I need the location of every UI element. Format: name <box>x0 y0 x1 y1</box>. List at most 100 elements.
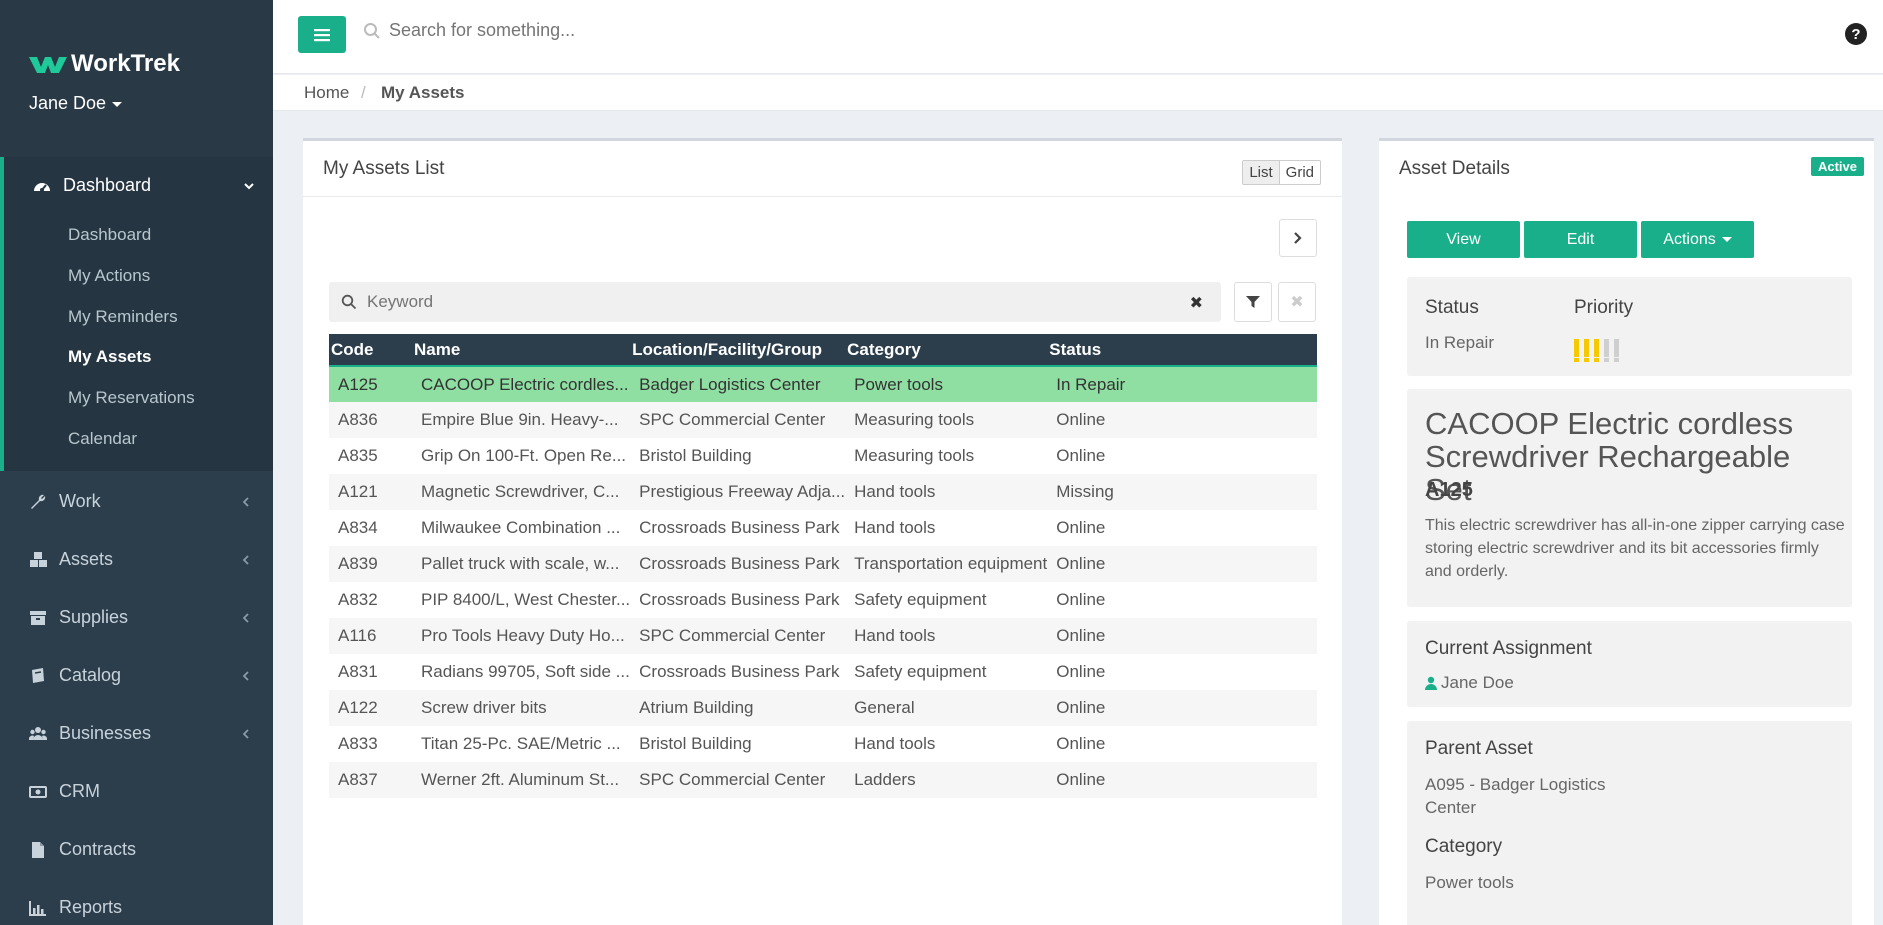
table-row[interactable]: A836 Empire Blue 9in. Heavy-... SPC Commer… <box>329 402 1317 438</box>
sidebar-item-contracts[interactable]: Contracts <box>29 839 251 860</box>
sidebar-item-dashboard[interactable]: Dashboard <box>33 175 255 196</box>
chevron-down-icon <box>244 182 254 189</box>
column-header-status[interactable]: Status <box>1047 334 1317 366</box>
user-icon <box>1425 676 1437 690</box>
table-row[interactable]: A839 Pallet truck with scale, w... Crossro… <box>329 546 1317 582</box>
column-header-location[interactable]: Location/Facility/Group <box>630 334 845 366</box>
archive-icon <box>30 610 46 625</box>
cell-location: Prestigious Freeway Adja... <box>639 482 846 501</box>
bar-chart-icon <box>29 900 46 916</box>
cell-location: Badger Logistics Center <box>639 374 821 394</box>
actions-button[interactable]: Actions <box>1641 221 1754 258</box>
sidebar-subitem-calendar[interactable]: Calendar <box>68 429 137 449</box>
chevron-left-icon <box>242 728 249 739</box>
assignment-card: Current Assignment Jane Doe <box>1407 621 1852 707</box>
column-header-code[interactable]: Code <box>329 334 412 366</box>
view-button[interactable]: View <box>1407 221 1520 258</box>
cell-category: Transportation equipment <box>854 554 1048 573</box>
table-row[interactable]: A833 Titan 25-Pc. SAE/Metric ... Bristol B… <box>329 726 1317 762</box>
assets-list-panel: My Assets List List Grid ✖ ✖ Code Name L… <box>303 138 1342 925</box>
cell-status: In Repair <box>1056 374 1126 394</box>
sidebar-header: WorkTrek Jane Doe <box>0 0 273 157</box>
cell-category: Hand tools <box>854 482 936 501</box>
sidebar-item-reports[interactable]: Reports <box>29 897 251 918</box>
breadcrumb-home[interactable]: Home <box>304 83 349 103</box>
sidebar-item-label: Catalog <box>59 665 122 685</box>
sidebar-subitem-dashboard[interactable]: Dashboard <box>68 225 151 245</box>
search-input[interactable] <box>389 20 889 41</box>
asset-summary-card: CACOOP Electric cordless Screwdriver Rec… <box>1407 389 1852 607</box>
parent-asset-link[interactable]: A095 - Badger Logistics Center <box>1425 773 1625 819</box>
wrench-icon <box>31 494 46 509</box>
sidebar-subitem-my-reminders[interactable]: My Reminders <box>68 307 178 327</box>
worktrek-logo-icon <box>29 57 67 73</box>
cell-location: Crossroads Business Park <box>639 554 840 573</box>
cell-status: Online <box>1056 554 1106 573</box>
table-row[interactable]: A125 CACOOP Electric cordles... Badger Log… <box>329 366 1317 402</box>
table-header-row: Code Name Location/Facility/Group Catego… <box>329 334 1317 366</box>
sidebar-group-dashboard: Dashboard Dashboard My Actions My Remind… <box>0 157 273 471</box>
sidebar-item-work[interactable]: Work <box>29 491 251 512</box>
status-badge: Active <box>1810 157 1864 176</box>
cell-name: CACOOP Electric cordles... <box>421 374 629 394</box>
chevron-left-icon <box>242 612 249 623</box>
assets-table: Code Name Location/Facility/Group Catego… <box>329 334 1317 798</box>
asset-name: CACOOP Electric cordless Screwdriver Rec… <box>1425 406 1794 507</box>
table-row[interactable]: A121 Magnetic Screwdriver, C... Prestigiou… <box>329 474 1317 510</box>
table-row[interactable]: A834 Milwaukee Combination ... Crossroads … <box>329 510 1317 546</box>
sidebar-item-assets[interactable]: Assets <box>29 549 251 570</box>
sidebar-item-label: Work <box>59 491 101 511</box>
cell-name: Radians 99705, Soft side ... <box>421 662 630 681</box>
next-button[interactable] <box>1279 219 1317 257</box>
user-menu[interactable]: Jane Doe <box>29 93 123 114</box>
sidebar-subitem-my-assets[interactable]: My Assets <box>68 347 151 367</box>
sidebar-item-businesses[interactable]: Businesses <box>29 723 251 744</box>
table-row[interactable]: A837 Werner 2ft. Aluminum St... SPC Commer… <box>329 762 1317 798</box>
sidebar-item-supplies[interactable]: Supplies <box>29 607 251 628</box>
sidebar: WorkTrek Jane Doe Dashboard Dashboard My… <box>0 0 273 925</box>
cell-name: Grip On 100-Ft. Open Re... <box>421 446 627 465</box>
menu-toggle-button[interactable] <box>298 16 346 53</box>
file-icon <box>32 841 44 858</box>
table-row[interactable]: A835 Grip On 100-Ft. Open Re... Bristol Bu… <box>329 438 1317 474</box>
caret-down-icon <box>1721 237 1732 242</box>
cell-category: Ladders <box>854 770 916 789</box>
cell-name: Magnetic Screwdriver, C... <box>421 482 620 501</box>
cell-name: Werner 2ft. Aluminum St... <box>421 770 620 789</box>
view-grid-button[interactable]: Grid <box>1280 161 1320 184</box>
cell-code: A125 <box>338 374 378 394</box>
actions-label: Actions <box>1663 230 1716 248</box>
help-icon[interactable]: ? <box>1845 23 1867 45</box>
cell-code: A831 <box>338 662 378 681</box>
cell-category: Hand tools <box>854 626 936 645</box>
cell-status: Online <box>1056 590 1106 609</box>
list-title: My Assets List <box>323 158 445 179</box>
table-row[interactable]: A116 Pro Tools Heavy Duty Ho... SPC Commer… <box>329 618 1317 654</box>
column-header-name[interactable]: Name <box>412 334 630 366</box>
sidebar-subitem-my-actions[interactable]: My Actions <box>68 266 150 286</box>
sidebar-item-catalog[interactable]: Catalog <box>29 665 251 686</box>
column-header-category[interactable]: Category <box>845 334 1047 366</box>
cell-category: Power tools <box>854 374 943 394</box>
view-list-button[interactable]: List <box>1243 161 1280 184</box>
table-row[interactable]: A831 Radians 99705, Soft side ... Crossroa… <box>329 654 1317 690</box>
breadcrumb-separator: / <box>361 83 366 102</box>
priority-label: Priority <box>1574 297 1634 318</box>
clear-filter-button[interactable]: ✖ <box>1278 282 1316 322</box>
cell-status: Online <box>1056 626 1106 645</box>
filter-icon <box>1246 296 1260 308</box>
clear-keyword-icon[interactable]: ✖ <box>1190 293 1203 313</box>
logo[interactable]: WorkTrek <box>29 50 180 78</box>
edit-button[interactable]: Edit <box>1524 221 1637 258</box>
view-toggle: List Grid <box>1242 160 1321 185</box>
assignment-link[interactable]: Jane Doe <box>1425 673 1514 693</box>
cell-code: A832 <box>338 590 378 609</box>
sidebar-subitem-my-reservations[interactable]: My Reservations <box>68 388 195 408</box>
table-row[interactable]: A122 Screw driver bits Atrium Building Gene… <box>329 690 1317 726</box>
keyword-input[interactable] <box>367 292 1167 312</box>
cell-name: Pro Tools Heavy Duty Ho... <box>421 626 625 645</box>
status-card: Status In Repair Priority <box>1407 277 1852 376</box>
filter-button[interactable] <box>1234 282 1272 322</box>
sidebar-item-crm[interactable]: CRM <box>29 781 251 802</box>
table-row[interactable]: A832 PIP 8400/L, West Chester... Crossroad… <box>329 582 1317 618</box>
